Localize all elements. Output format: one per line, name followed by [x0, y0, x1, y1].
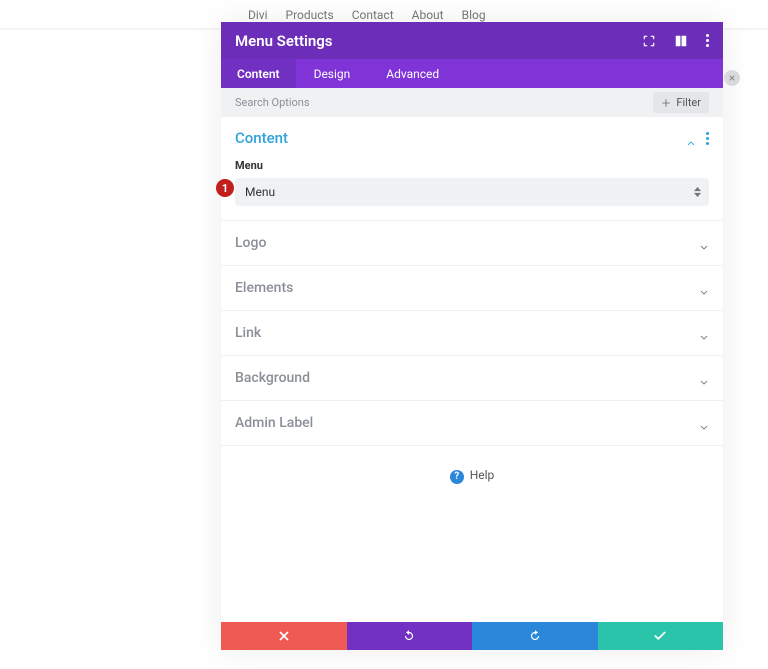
section-admin-label-header[interactable]: Admin Label: [221, 401, 723, 445]
nav-item-blog[interactable]: Blog: [462, 8, 486, 22]
top-nav: Divi Products Contact About Blog: [248, 8, 486, 22]
panel-header-actions: [642, 34, 709, 48]
panel-footer: [221, 622, 723, 650]
section-logo: Logo: [221, 221, 723, 266]
panel-header: Menu Settings: [221, 22, 723, 59]
plus-icon: [661, 98, 671, 108]
section-content-body: Menu Menu: [221, 159, 723, 220]
section-logo-title: Logo: [235, 235, 266, 251]
close-float-button[interactable]: [724, 70, 740, 86]
panel-title: Menu Settings: [235, 32, 333, 50]
section-logo-header[interactable]: Logo: [221, 221, 723, 265]
section-elements-title: Elements: [235, 280, 293, 296]
annotation-1: 1: [216, 179, 234, 197]
panel-spacer: [221, 502, 723, 622]
cancel-button[interactable]: [221, 622, 347, 650]
section-link-title: Link: [235, 325, 261, 341]
search-row: Search Options Filter: [221, 88, 723, 117]
more-icon[interactable]: [706, 34, 709, 47]
help-label: Help: [470, 468, 495, 482]
close-icon: [277, 629, 291, 643]
menu-select[interactable]: Menu: [235, 178, 709, 206]
menu-field-label: Menu: [235, 159, 709, 172]
chevron-up-icon[interactable]: [686, 133, 696, 143]
menu-select-value: Menu: [245, 185, 275, 199]
help-icon: ?: [450, 470, 464, 484]
section-content-title: Content: [235, 129, 288, 147]
section-background-header[interactable]: Background: [221, 356, 723, 400]
undo-button[interactable]: [347, 622, 473, 650]
section-link-header[interactable]: Link: [221, 311, 723, 355]
select-updown-icon: [694, 187, 701, 198]
section-more-icon[interactable]: [706, 132, 709, 145]
nav-item-products[interactable]: Products: [286, 8, 334, 22]
save-button[interactable]: [598, 622, 724, 650]
nav-item-about[interactable]: About: [412, 8, 444, 22]
section-elements: Elements: [221, 266, 723, 311]
chevron-down-icon: [699, 328, 709, 338]
expand-full-icon[interactable]: [642, 34, 656, 48]
undo-icon: [402, 629, 416, 643]
section-content: Content Menu Menu: [221, 117, 723, 221]
tab-advanced[interactable]: Advanced: [368, 59, 457, 88]
section-admin-label: Admin Label: [221, 401, 723, 446]
chevron-down-icon: [699, 373, 709, 383]
chevron-down-icon: [699, 238, 709, 248]
filter-button[interactable]: Filter: [653, 92, 709, 113]
help-row[interactable]: ? Help: [221, 446, 723, 502]
check-icon: [653, 629, 667, 643]
section-admin-label-title: Admin Label: [235, 415, 313, 431]
tab-design[interactable]: Design: [296, 59, 369, 88]
redo-icon: [528, 629, 542, 643]
nav-item-divi[interactable]: Divi: [248, 8, 268, 22]
chevron-down-icon: [699, 283, 709, 293]
tabs: Content Design Advanced: [221, 59, 723, 88]
section-elements-header[interactable]: Elements: [221, 266, 723, 310]
chevron-down-icon: [699, 418, 709, 428]
menu-settings-panel: Menu Settings Content Design Advanced Se…: [221, 22, 723, 650]
section-background: Background: [221, 356, 723, 401]
section-background-title: Background: [235, 370, 310, 386]
redo-button[interactable]: [472, 622, 598, 650]
columns-icon[interactable]: [674, 34, 688, 48]
section-content-header[interactable]: Content: [221, 117, 723, 159]
section-link: Link: [221, 311, 723, 356]
nav-item-contact[interactable]: Contact: [352, 8, 394, 22]
search-input[interactable]: Search Options: [235, 96, 310, 109]
close-icon: [728, 74, 736, 82]
filter-label: Filter: [676, 96, 701, 109]
tab-content[interactable]: Content: [221, 59, 296, 88]
